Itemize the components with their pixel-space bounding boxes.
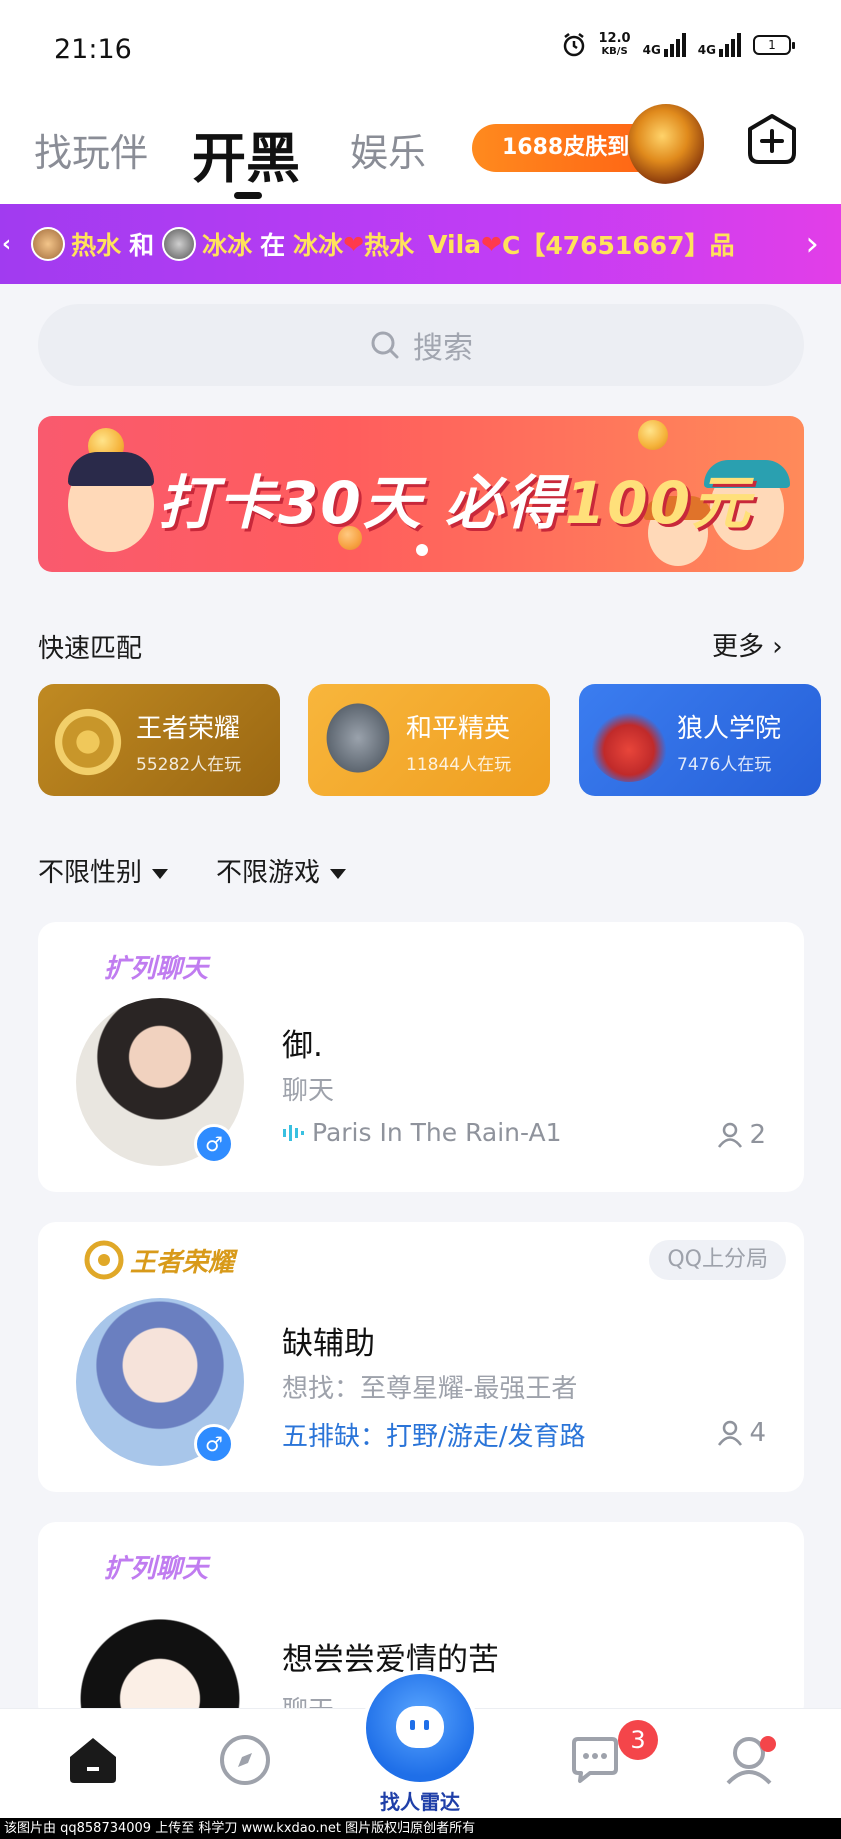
room-title: 想尝尝爱情的苦 (282, 1642, 499, 1678)
watermark: 该图片由 qq858734009 上传至 科学刀 www.kxdao.net 图… (0, 1818, 841, 1839)
room-card[interactable]: 扩列聊天 ♂ 御. 聊天 Paris In The Rain-A1 2 (38, 922, 804, 1192)
more-button[interactable]: 更多 › (712, 626, 783, 663)
room-subtitle: 聊天 (282, 1076, 335, 1106)
ticker-user-2: 冰冰 (202, 231, 253, 260)
caret-down-icon (330, 868, 347, 879)
signal-1: 4G (643, 33, 686, 57)
honor-of-kings-logo-icon (84, 1240, 124, 1280)
status-bar: 21:16 12.0 KB/S 4G 4G 1 (0, 0, 841, 100)
honor-of-kings-logo-icon (48, 702, 128, 782)
wizard-character-icon (589, 702, 669, 782)
person-icon (718, 1420, 743, 1446)
message-count-badge: 3 (618, 1720, 658, 1760)
missing-roles: 五排缺：打野/游走/发育路 (282, 1422, 586, 1452)
user-avatar-small (31, 227, 66, 261)
promo-banner[interactable]: 打卡30天 必得100元 (38, 416, 804, 572)
caret-down-icon (152, 868, 169, 879)
chevron-right-icon: › (772, 632, 783, 662)
tab-find-partner[interactable]: 找玩伴 (34, 122, 148, 177)
game-name: 王者荣耀 (136, 714, 241, 744)
search-bar[interactable]: 搜索 (38, 304, 804, 386)
status-time: 21:16 (54, 34, 132, 65)
carousel-indicator (416, 544, 428, 556)
network-speed: 12.0 KB/S (598, 31, 631, 57)
ticker-room-name-b: C【47651667】品 (502, 231, 735, 260)
room-card[interactable]: 王者荣耀 QQ上分局 ♂ 缺辅助 想找：至尊星耀-最强王者 五排缺：打野/游走/… (38, 1222, 804, 1492)
ticker-room-name-a: Vila (428, 229, 482, 259)
coin-icon (638, 420, 668, 450)
chevron-left-icon: ‹ (2, 231, 12, 257)
room-tag: 扩列聊天 (104, 1554, 209, 1584)
heart-icon: ❤ (343, 229, 365, 259)
radar-label: 找人雷达 (380, 1790, 460, 1814)
active-tab-indicator (234, 192, 262, 199)
heart-icon: ❤ (481, 229, 502, 259)
tab-entertainment[interactable]: 娱乐 (350, 122, 426, 177)
game-filter[interactable]: 不限游戏 (216, 852, 347, 889)
room-type-badge: QQ上分局 (649, 1240, 786, 1280)
room-title: 御. (282, 1028, 323, 1064)
user-avatar-small (162, 227, 197, 261)
cartoon-hair (68, 452, 154, 486)
notification-dot (760, 1736, 776, 1752)
audio-wave-icon (283, 1124, 304, 1141)
helmet-icon (318, 702, 398, 782)
quick-match-title: 快速匹配 (38, 634, 143, 664)
compass-icon[interactable] (218, 1733, 272, 1787)
tab-team-up[interactable]: 开黑 (192, 114, 300, 193)
message-icon[interactable] (568, 1733, 622, 1787)
room-subtitle: 想找：至尊星耀-最强王者 (282, 1374, 578, 1404)
top-nav: 找玩伴 开黑 娱乐 1688皮肤到 (0, 100, 841, 204)
person-icon (718, 1122, 743, 1148)
room-title: 缺辅助 (282, 1326, 375, 1362)
chevron-right-icon[interactable]: › (805, 224, 819, 264)
game-players: 11844人在玩 (406, 755, 512, 775)
member-count: 4 (717, 1418, 766, 1448)
male-icon: ♂ (194, 1124, 234, 1164)
signal-bars-icon (663, 33, 686, 57)
now-playing: Paris In The Rain-A1 (282, 1118, 562, 1147)
ticker-user-1: 热水 (71, 231, 122, 260)
promo-character-image[interactable] (628, 104, 704, 184)
ticker-room-suffix: 热水 (364, 231, 415, 260)
gender-filter[interactable]: 不限性别 (38, 852, 169, 889)
game-players: 7476人在玩 (677, 755, 772, 775)
announcement-ticker[interactable]: ‹ 热水 和 冰冰 在 冰冰 ❤ 热水 Vila ❤ C【47651667】品 … (0, 204, 841, 284)
banner-headline: 打卡30天 必得100元 (158, 469, 752, 537)
search-placeholder: 搜索 (413, 331, 473, 366)
signal-2: 4G (698, 33, 741, 57)
game-tag: 王者荣耀 (84, 1240, 234, 1280)
home-icon[interactable] (66, 1733, 120, 1787)
room-tag: 扩列聊天 (104, 954, 209, 984)
signal-bars-icon (719, 33, 741, 57)
robot-face-icon (396, 1706, 444, 1748)
radar-button[interactable] (362, 1670, 478, 1786)
battery-icon: 1 (753, 35, 795, 55)
game-players: 55282人在玩 (136, 755, 242, 775)
add-room-icon[interactable] (744, 112, 800, 168)
user-avatar[interactable] (76, 1598, 244, 1722)
game-name: 和平精英 (406, 714, 511, 744)
member-count: 2 (717, 1120, 766, 1150)
male-icon: ♂ (194, 1424, 234, 1464)
ticker-room-prefix: 冰冰 (293, 231, 344, 260)
ticker-at: 在 (260, 231, 286, 260)
game-card-werewolf-academy[interactable]: 狼人学院 7476人在玩 (579, 684, 821, 796)
game-card-peacekeeper-elite[interactable]: 和平精英 11844人在玩 (308, 684, 550, 796)
ticker-and: 和 (129, 231, 155, 260)
game-card-honor-of-kings[interactable]: 王者荣耀 55282人在玩 (38, 684, 280, 796)
search-icon (371, 331, 399, 359)
game-name: 狼人学院 (677, 714, 782, 744)
alarm-icon (563, 33, 584, 57)
status-icons: 12.0 KB/S 4G 4G 1 (561, 31, 795, 58)
